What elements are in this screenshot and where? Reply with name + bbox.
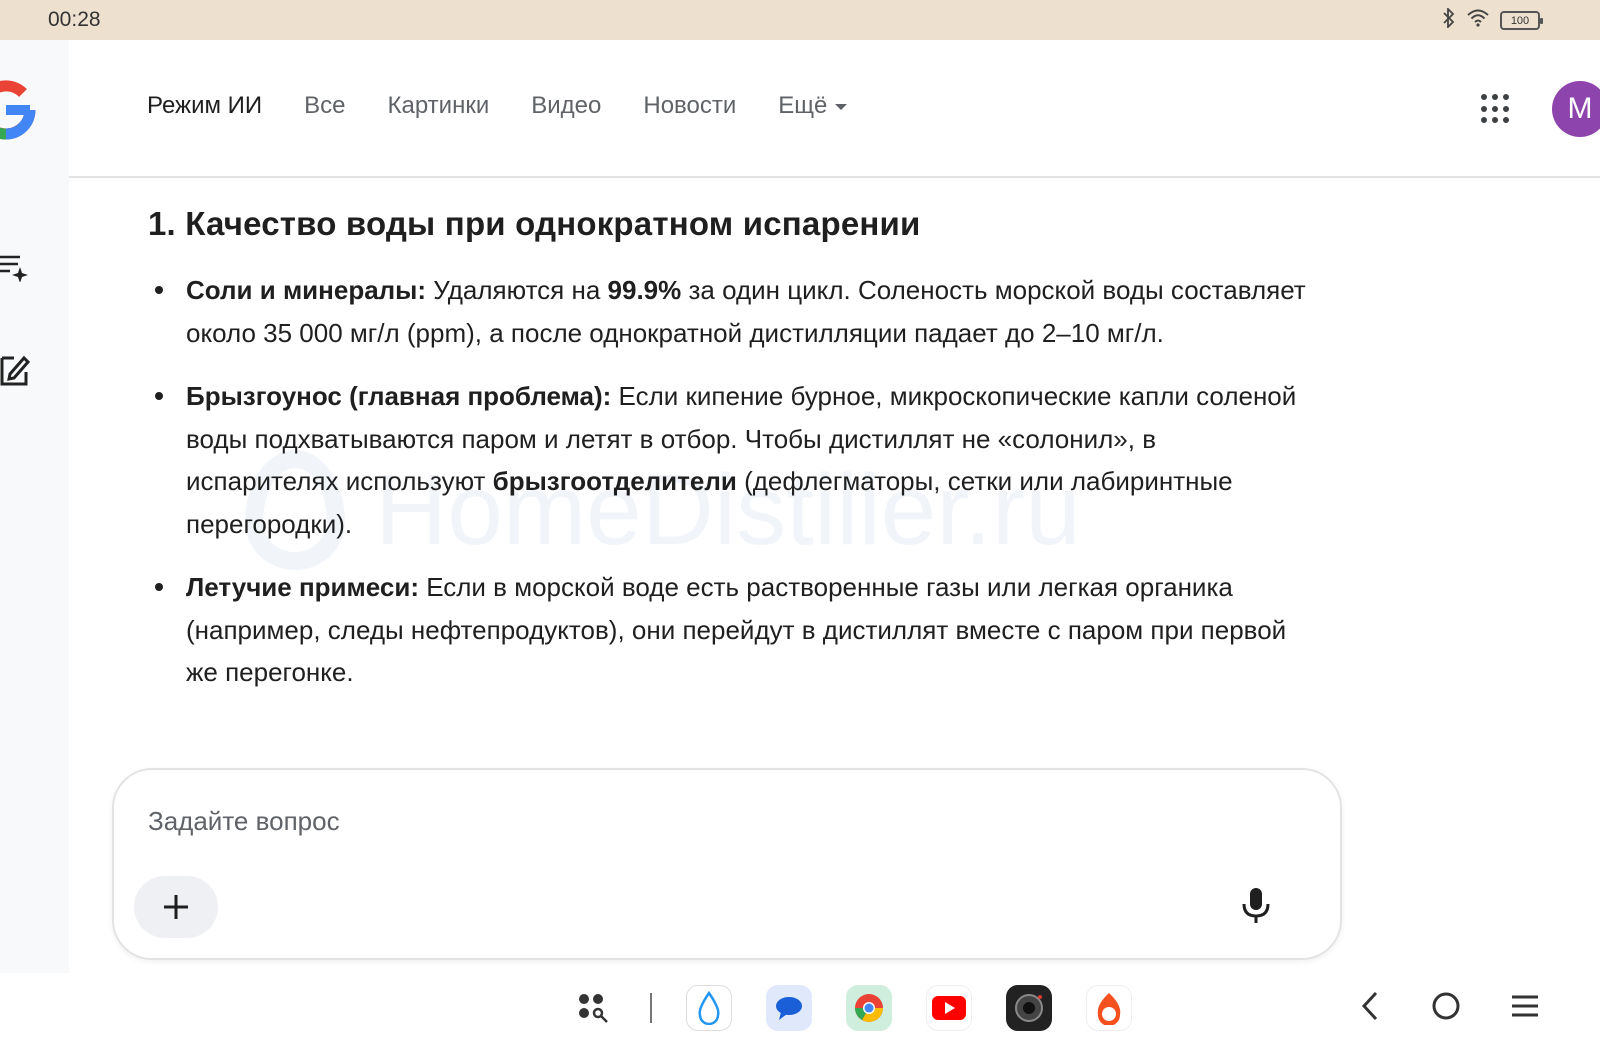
edit-icon[interactable] xyxy=(0,352,31,386)
flame-app-icon[interactable] xyxy=(1086,985,1132,1031)
add-button[interactable] xyxy=(134,876,218,938)
caret-down-icon xyxy=(835,103,848,110)
app-dock xyxy=(570,985,1132,1031)
youtube-app-icon[interactable] xyxy=(926,985,972,1031)
chrome-app-icon[interactable] xyxy=(846,985,892,1031)
apps-grid-icon[interactable] xyxy=(1481,94,1511,124)
tab-videos[interactable]: Видео xyxy=(531,92,601,120)
battery-icon: 100 xyxy=(1500,11,1543,30)
google-logo[interactable] xyxy=(0,80,36,145)
bluetooth-icon xyxy=(1442,6,1456,33)
wifi-icon xyxy=(1466,8,1490,33)
back-icon[interactable] xyxy=(1358,989,1382,1028)
tab-news[interactable]: Новости xyxy=(643,92,736,120)
section-heading: 1. Качество воды при однократном испарен… xyxy=(148,205,921,242)
dock-divider xyxy=(650,993,652,1023)
plus-icon xyxy=(164,895,188,919)
tab-more-label: Ещё xyxy=(778,92,828,119)
search-tabs: Режим ИИ Все Картинки Видео Новости Ещё xyxy=(147,92,848,120)
tab-more[interactable]: Ещё xyxy=(778,92,848,120)
mic-button[interactable] xyxy=(1232,880,1280,928)
status-icons: 100 xyxy=(1442,6,1543,33)
left-rail xyxy=(0,40,69,973)
search-header: Режим ИИ Все Картинки Видео Новости Ещё … xyxy=(69,40,1600,178)
camera-app-icon[interactable] xyxy=(1006,985,1052,1031)
ai-answer: 1. Качество воды при однократном испарен… xyxy=(148,205,1308,715)
tab-images[interactable]: Картинки xyxy=(388,92,490,120)
mic-icon xyxy=(1242,888,1270,923)
list-item: Соли и минералы: Удаляются на 99.9% за о… xyxy=(148,269,1308,354)
messages-app-icon[interactable] xyxy=(766,985,812,1031)
list-item: Брызгоунос (главная проблема): Если кипе… xyxy=(148,375,1308,545)
ask-input[interactable]: Задайте вопрос xyxy=(148,806,340,837)
home-icon[interactable] xyxy=(1430,990,1462,1027)
avatar[interactable]: M xyxy=(1552,81,1600,137)
ask-box[interactable]: Задайте вопрос xyxy=(112,768,1342,960)
tab-ai-mode[interactable]: Режим ИИ xyxy=(147,92,262,120)
status-bar: 00:28 100 xyxy=(0,0,1600,40)
list-item: Летучие примеси: Если в морской воде ест… xyxy=(148,566,1308,694)
app-drawer-icon[interactable] xyxy=(570,985,616,1031)
clock: 00:28 xyxy=(48,8,101,31)
recents-icon[interactable] xyxy=(1510,993,1540,1024)
new-chat-icon[interactable] xyxy=(0,252,30,283)
system-nav xyxy=(1358,989,1540,1028)
navigation-bar xyxy=(0,973,1600,1047)
tab-all[interactable]: Все xyxy=(304,92,345,120)
bullet-list: Соли и минералы: Удаляются на 99.9% за о… xyxy=(148,269,1308,694)
drop-app-icon[interactable] xyxy=(686,985,732,1031)
